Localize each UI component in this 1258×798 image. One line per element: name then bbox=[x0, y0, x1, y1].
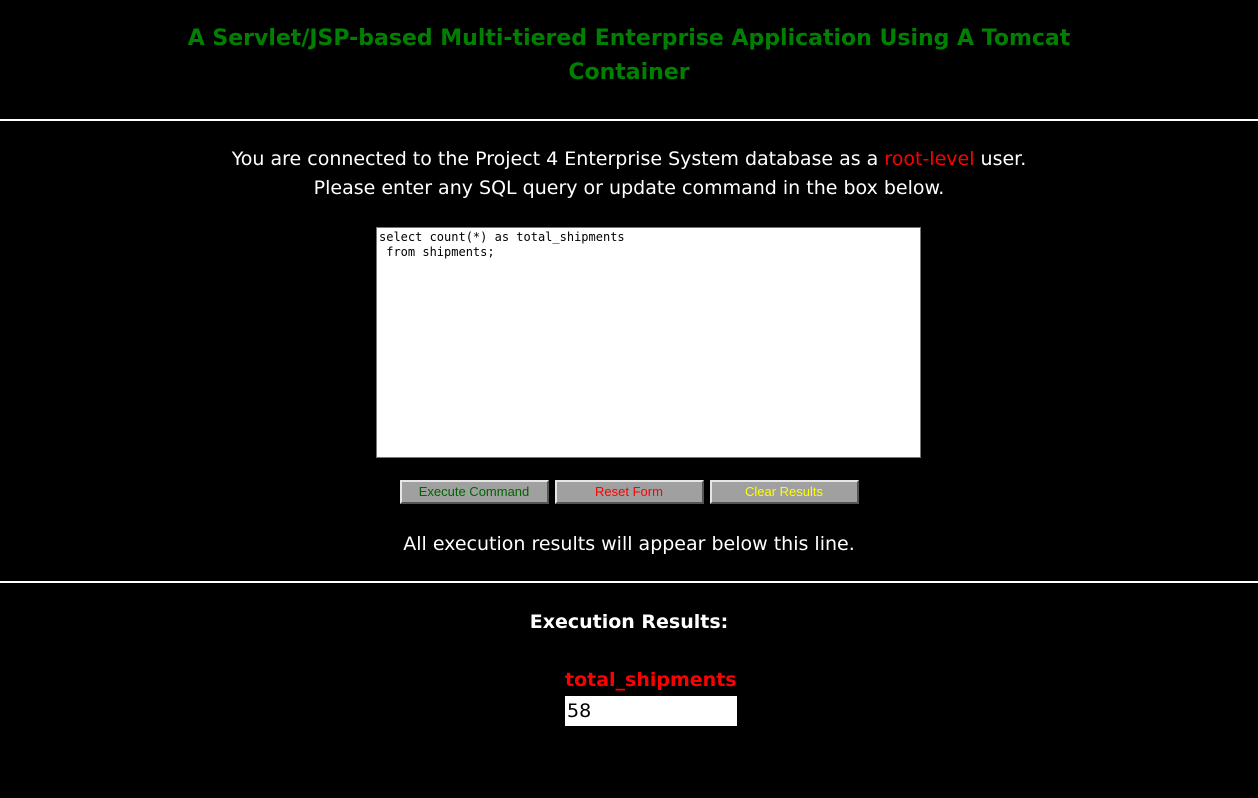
results-note: All execution results will appear below … bbox=[403, 533, 855, 555]
user-level-label: root-level bbox=[884, 148, 975, 170]
connection-prefix: You are connected to the Project 4 Enter… bbox=[231, 148, 885, 170]
column-header: total_shipments bbox=[565, 669, 737, 691]
instruction-line: Please enter any SQL query or update com… bbox=[313, 177, 945, 199]
connection-suffix: user. bbox=[974, 148, 1027, 170]
clear-results-button[interactable]: Clear Results bbox=[709, 480, 859, 504]
connection-message: You are connected to the Project 4 Enter… bbox=[0, 145, 1258, 203]
execute-command-button[interactable]: Execute Command bbox=[399, 480, 549, 504]
top-divider bbox=[0, 119, 1258, 121]
button-row: Execute Command Reset Form Clear Results bbox=[0, 480, 1258, 504]
results-header-row: total_shipments bbox=[565, 664, 737, 696]
page-title-line-1: A Servlet/JSP-based Multi-tiered Enterpr… bbox=[187, 26, 1071, 51]
bottom-divider bbox=[0, 581, 1258, 583]
table-row: 58 bbox=[565, 696, 737, 726]
connection-line: You are connected to the Project 4 Enter… bbox=[0, 145, 1258, 174]
reset-form-button[interactable]: Reset Form bbox=[554, 480, 704, 504]
results-table: total_shipments 58 bbox=[565, 664, 737, 726]
page-title: A Servlet/JSP-based Multi-tiered Enterpr… bbox=[0, 22, 1258, 90]
page-title-line-2: Container bbox=[568, 60, 690, 85]
results-heading: Execution Results: bbox=[529, 611, 729, 633]
table-cell: 58 bbox=[565, 696, 737, 726]
sql-query-input[interactable]: select count(*) as total_shipments from … bbox=[376, 227, 921, 458]
